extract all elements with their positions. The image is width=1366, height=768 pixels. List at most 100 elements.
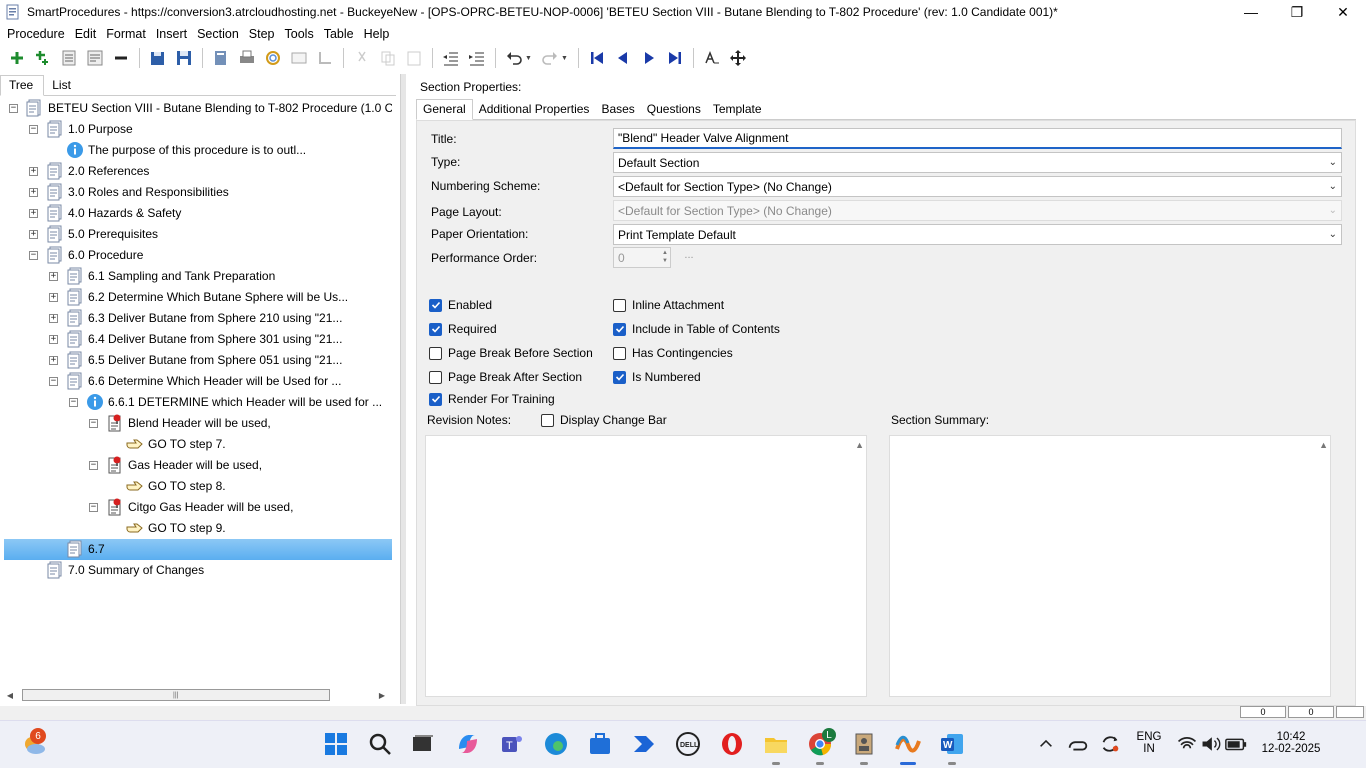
tab-list[interactable]: List [44, 76, 81, 95]
scroll-thumb[interactable]: ||| [22, 689, 330, 701]
wifi-icon[interactable] [1176, 730, 1198, 758]
windows-start-icon[interactable] [322, 730, 350, 758]
tree-node[interactable]: +6.1 Sampling and Tank Preparation [4, 266, 392, 287]
tree-node[interactable]: +5.0 Prerequisites [4, 224, 392, 245]
expand-icon[interactable]: + [49, 293, 58, 302]
battery-icon[interactable] [1224, 730, 1248, 758]
image-icon[interactable] [288, 47, 310, 69]
edge-icon[interactable] [542, 730, 570, 758]
menu-section[interactable]: Section [192, 27, 244, 41]
expand-icon[interactable]: + [49, 272, 58, 281]
last-icon[interactable] [664, 47, 686, 69]
checkbox-unchecked-icon[interactable] [429, 370, 442, 384]
add-icon[interactable] [6, 47, 28, 69]
collapse-icon[interactable]: − [29, 125, 38, 134]
type-select[interactable]: Default Section ⌄ [613, 152, 1342, 173]
teams-icon[interactable]: T [498, 730, 526, 758]
tree-node[interactable]: − 6.6 Determine Which Header will be Used… [4, 371, 392, 392]
checkbox-checked-icon[interactable] [613, 370, 626, 384]
tree-node[interactable]: − 1.0 Purpose [4, 119, 392, 140]
tree-node[interactable]: − Gas Header will be used, [4, 455, 392, 476]
collapse-icon[interactable]: − [89, 461, 98, 470]
scroll-up-icon[interactable]: ▲ [855, 440, 864, 450]
indent-icon[interactable] [466, 47, 488, 69]
menu-edit[interactable]: Edit [70, 27, 102, 41]
smartprocedures-icon[interactable] [894, 730, 922, 765]
tree-node[interactable]: 7.0 Summary of Changes [4, 560, 392, 581]
clock[interactable]: 10:42 12-02-2025 [1254, 731, 1328, 755]
tree-node[interactable]: +2.0 References [4, 161, 392, 182]
store-icon[interactable] [586, 730, 614, 758]
tree-node[interactable]: The purpose of this procedure is to outl… [4, 140, 392, 161]
tree-node[interactable]: − Blend Header will be used, [4, 413, 392, 434]
chevron-down-icon[interactable]: ▼ [561, 55, 569, 62]
save-all-icon[interactable] [147, 47, 169, 69]
save-icon[interactable] [173, 47, 195, 69]
print-icon[interactable] [236, 47, 258, 69]
tree-node[interactable]: GO TO step 9. [4, 518, 392, 539]
next-icon[interactable] [638, 47, 660, 69]
expand-icon[interactable]: + [49, 356, 58, 365]
cut-icon[interactable] [351, 47, 373, 69]
checkbox-checked-icon[interactable] [429, 322, 442, 336]
search-icon[interactable] [366, 730, 394, 758]
expand-icon[interactable]: + [49, 335, 58, 344]
pane-splitter[interactable] [400, 74, 406, 704]
menu-procedure[interactable]: Procedure [2, 27, 70, 41]
paste-icon[interactable] [403, 47, 425, 69]
crop-icon[interactable] [314, 47, 336, 69]
include-toc-checkbox[interactable]: Include in Table of Contents [613, 322, 780, 336]
text-format-icon[interactable] [701, 47, 723, 69]
tab-additional-properties[interactable]: Additional Properties [473, 100, 596, 119]
collapse-icon[interactable]: − [9, 104, 18, 113]
collapse-icon[interactable]: − [69, 398, 78, 407]
tab-general[interactable]: General [416, 99, 473, 120]
tree-node[interactable]: +6.3 Deliver Butane from Sphere 210 usin… [4, 308, 392, 329]
tree-node[interactable]: +6.4 Deliver Butane from Sphere 301 usin… [4, 329, 392, 350]
tree-node[interactable]: 6.7 [4, 539, 392, 560]
sync-icon[interactable] [1098, 730, 1122, 758]
required-checkbox[interactable]: Required [429, 322, 497, 336]
page-break-after-checkbox[interactable]: Page Break After Section [429, 370, 582, 384]
checkbox-checked-icon[interactable] [613, 322, 626, 336]
expand-icon[interactable]: + [49, 314, 58, 323]
has-contingencies-checkbox[interactable]: Has Contingencies [613, 346, 733, 360]
dell-icon[interactable]: DELL [674, 730, 702, 758]
export-icon[interactable] [210, 47, 232, 69]
tab-bases[interactable]: Bases [595, 100, 640, 119]
checkbox-checked-icon[interactable] [429, 392, 442, 406]
collapse-icon[interactable]: − [89, 503, 98, 512]
word-icon[interactable]: W [938, 730, 966, 765]
checkbox-unchecked-icon[interactable] [613, 346, 626, 360]
is-numbered-checkbox[interactable]: Is Numbered [613, 370, 701, 384]
copilot-icon[interactable] [454, 730, 482, 758]
move-icon[interactable] [727, 47, 749, 69]
menu-table[interactable]: Table [319, 27, 359, 41]
tree-node[interactable]: GO TO step 8. [4, 476, 392, 497]
tree-node[interactable]: − BETEU Section VIII - Butane Blending to… [4, 98, 392, 119]
previous-icon[interactable] [612, 47, 634, 69]
list-detail-icon[interactable] [84, 47, 106, 69]
list-icon[interactable] [58, 47, 80, 69]
tree-node[interactable]: +4.0 Hazards & Safety [4, 203, 392, 224]
paper-orientation-select[interactable]: Print Template Default ⌄ [613, 224, 1342, 245]
minimize-button[interactable]: — [1228, 0, 1274, 24]
remote-desktop-icon[interactable] [850, 730, 878, 765]
scroll-left-icon[interactable]: ◀ [4, 691, 16, 700]
tree-node[interactable]: +3.0 Roles and Responsibilities [4, 182, 392, 203]
tree-node[interactable]: GO TO step 7. [4, 434, 392, 455]
checkbox-unchecked-icon[interactable] [429, 346, 442, 360]
task-view-icon[interactable] [408, 730, 436, 758]
checkbox-checked-icon[interactable] [429, 298, 442, 312]
collapse-icon[interactable]: − [89, 419, 98, 428]
power-automate-icon[interactable] [630, 730, 658, 758]
tab-template[interactable]: Template [707, 100, 768, 119]
add-child-icon[interactable] [32, 47, 54, 69]
section-summary-textarea[interactable]: ▲ [889, 435, 1331, 697]
revision-notes-textarea[interactable]: ▲ [425, 435, 867, 697]
chevron-down-icon[interactable]: ▼ [525, 55, 533, 62]
menu-format[interactable]: Format [101, 27, 151, 41]
chevron-up-icon[interactable] [1036, 730, 1056, 758]
first-icon[interactable] [586, 47, 608, 69]
horizontal-scrollbar[interactable]: ◀ ||| ▶ [4, 688, 388, 702]
